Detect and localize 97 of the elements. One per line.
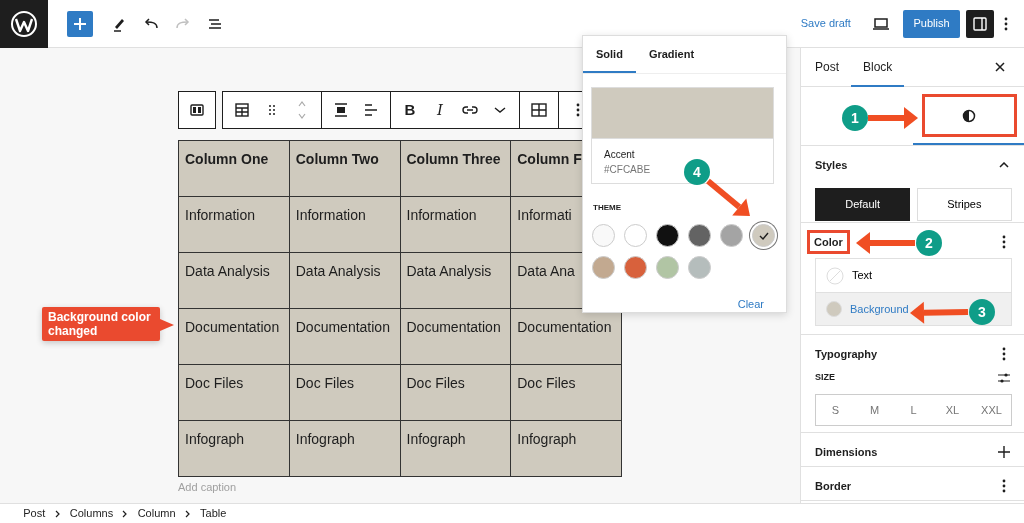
color-swatch[interactable]	[752, 224, 775, 247]
sidebar-tab[interactable]: Post	[803, 48, 851, 87]
publish-button[interactable]: Publish	[903, 9, 960, 38]
table-icon	[234, 102, 250, 118]
add-block-button[interactable]	[67, 10, 93, 37]
size-label: SIZE	[815, 371, 835, 385]
close-icon	[995, 62, 1005, 72]
tab[interactable]: Solid	[583, 36, 636, 73]
table-cell: Information	[178, 196, 290, 253]
kebab-icon	[1002, 479, 1006, 493]
callout-label: Background color changed	[42, 307, 160, 341]
clear-button[interactable]: Clear	[737, 296, 764, 313]
align-left-icon	[363, 102, 379, 118]
color-swatch[interactable]	[624, 256, 647, 279]
color-swatch[interactable]	[592, 224, 615, 247]
chevron-icon	[54, 509, 61, 518]
table-cell: Documentation	[400, 308, 511, 365]
step-marker	[916, 230, 942, 256]
step-number: 2	[925, 235, 933, 251]
table-cell: Information	[400, 196, 511, 253]
header-cell: Column Three	[400, 140, 511, 197]
annotation-arrow	[706, 178, 750, 216]
section-title: Styles	[815, 157, 848, 173]
chevron-icon	[122, 509, 129, 518]
table-cell: Documentation	[178, 308, 290, 365]
table-cell: Doc Files	[289, 364, 400, 421]
kebab-icon	[1002, 235, 1006, 249]
step-marker	[684, 159, 710, 185]
laptop-icon	[871, 15, 890, 32]
table-icon	[531, 103, 547, 117]
table-cell: Doc Files	[510, 364, 622, 421]
style-option[interactable]: Default	[815, 188, 911, 221]
align-center-icon	[333, 102, 349, 118]
callout-pointer	[160, 319, 174, 331]
drag-icon	[268, 104, 276, 116]
chevron-icon	[494, 106, 506, 114]
italic-button[interactable]: I	[425, 92, 455, 128]
annotation-arrow	[856, 232, 915, 254]
columns-icon	[190, 104, 204, 116]
table-cell: Doc Files	[178, 364, 290, 421]
sliders-icon	[997, 372, 1011, 384]
section-title: Border	[815, 478, 852, 494]
table-cell: Doc Files	[400, 364, 511, 421]
table-cell: Data Analysis	[289, 252, 400, 309]
table-cell: Data Analysis	[178, 252, 290, 309]
color-swatch[interactable]	[656, 256, 679, 279]
plus-icon	[998, 446, 1010, 458]
breadcrumb-link[interactable]: Column	[137, 505, 176, 522]
chevron-icon	[999, 162, 1009, 168]
header-cell: Column Two	[289, 140, 400, 197]
sidebar-toggle-button[interactable]	[966, 9, 994, 38]
table-cell: Infograph	[289, 420, 400, 477]
section-label: THEME	[593, 202, 621, 214]
chevron-icon	[184, 509, 191, 518]
table-cell: Infograph	[510, 420, 622, 477]
annotation-arrow	[868, 107, 918, 129]
step-number: 3	[978, 304, 986, 320]
empty-swatch-icon	[826, 266, 844, 285]
bold-button[interactable]: B	[395, 92, 425, 128]
table-cell: Data Analysis	[400, 252, 511, 309]
check-icon	[758, 231, 769, 240]
header-cell: Column One	[178, 140, 290, 197]
section-title: Color	[807, 229, 850, 255]
kebab-icon	[576, 103, 580, 117]
sidebar-tab[interactable]: Block	[851, 48, 905, 87]
color-swatch[interactable]	[592, 256, 615, 279]
color-swatch[interactable]	[624, 224, 647, 247]
tab[interactable]: Gradient	[635, 36, 708, 73]
breadcrumb-link[interactable]: Table	[200, 505, 227, 522]
kebab-icon	[1004, 16, 1008, 31]
logo-icon	[10, 9, 38, 38]
style-option[interactable]: Stripes	[916, 188, 1012, 221]
link-icon	[462, 104, 478, 116]
table-cell: Infograph	[400, 420, 511, 477]
section-title: Typography	[815, 346, 878, 362]
sidebar-icon	[973, 16, 987, 31]
color-swatch[interactable]	[688, 256, 711, 279]
contrast-icon	[961, 109, 976, 123]
step-number: 4	[693, 164, 701, 180]
breadcrumb-link[interactable]: Columns	[69, 505, 114, 522]
plus-icon	[73, 16, 87, 31]
table-cell: Infograph	[178, 420, 290, 477]
block-type-button[interactable]	[178, 91, 216, 129]
section-title: Dimensions	[815, 444, 878, 460]
chevron-icon	[297, 99, 307, 121]
annotation-arrow	[910, 301, 969, 324]
step-marker	[842, 105, 868, 131]
step-marker	[969, 299, 995, 325]
save-draft-link[interactable]: Save draft	[799, 14, 852, 33]
kebab-icon	[1002, 347, 1006, 361]
table-cell: Information	[289, 196, 400, 253]
color-swatch[interactable]	[720, 224, 743, 247]
breadcrumb-link[interactable]: Post	[23, 505, 46, 522]
table-cell: Documentation	[289, 308, 400, 365]
color-swatch[interactable]	[688, 224, 711, 247]
step-number: 1	[851, 110, 859, 126]
color-swatch[interactable]	[656, 224, 679, 247]
